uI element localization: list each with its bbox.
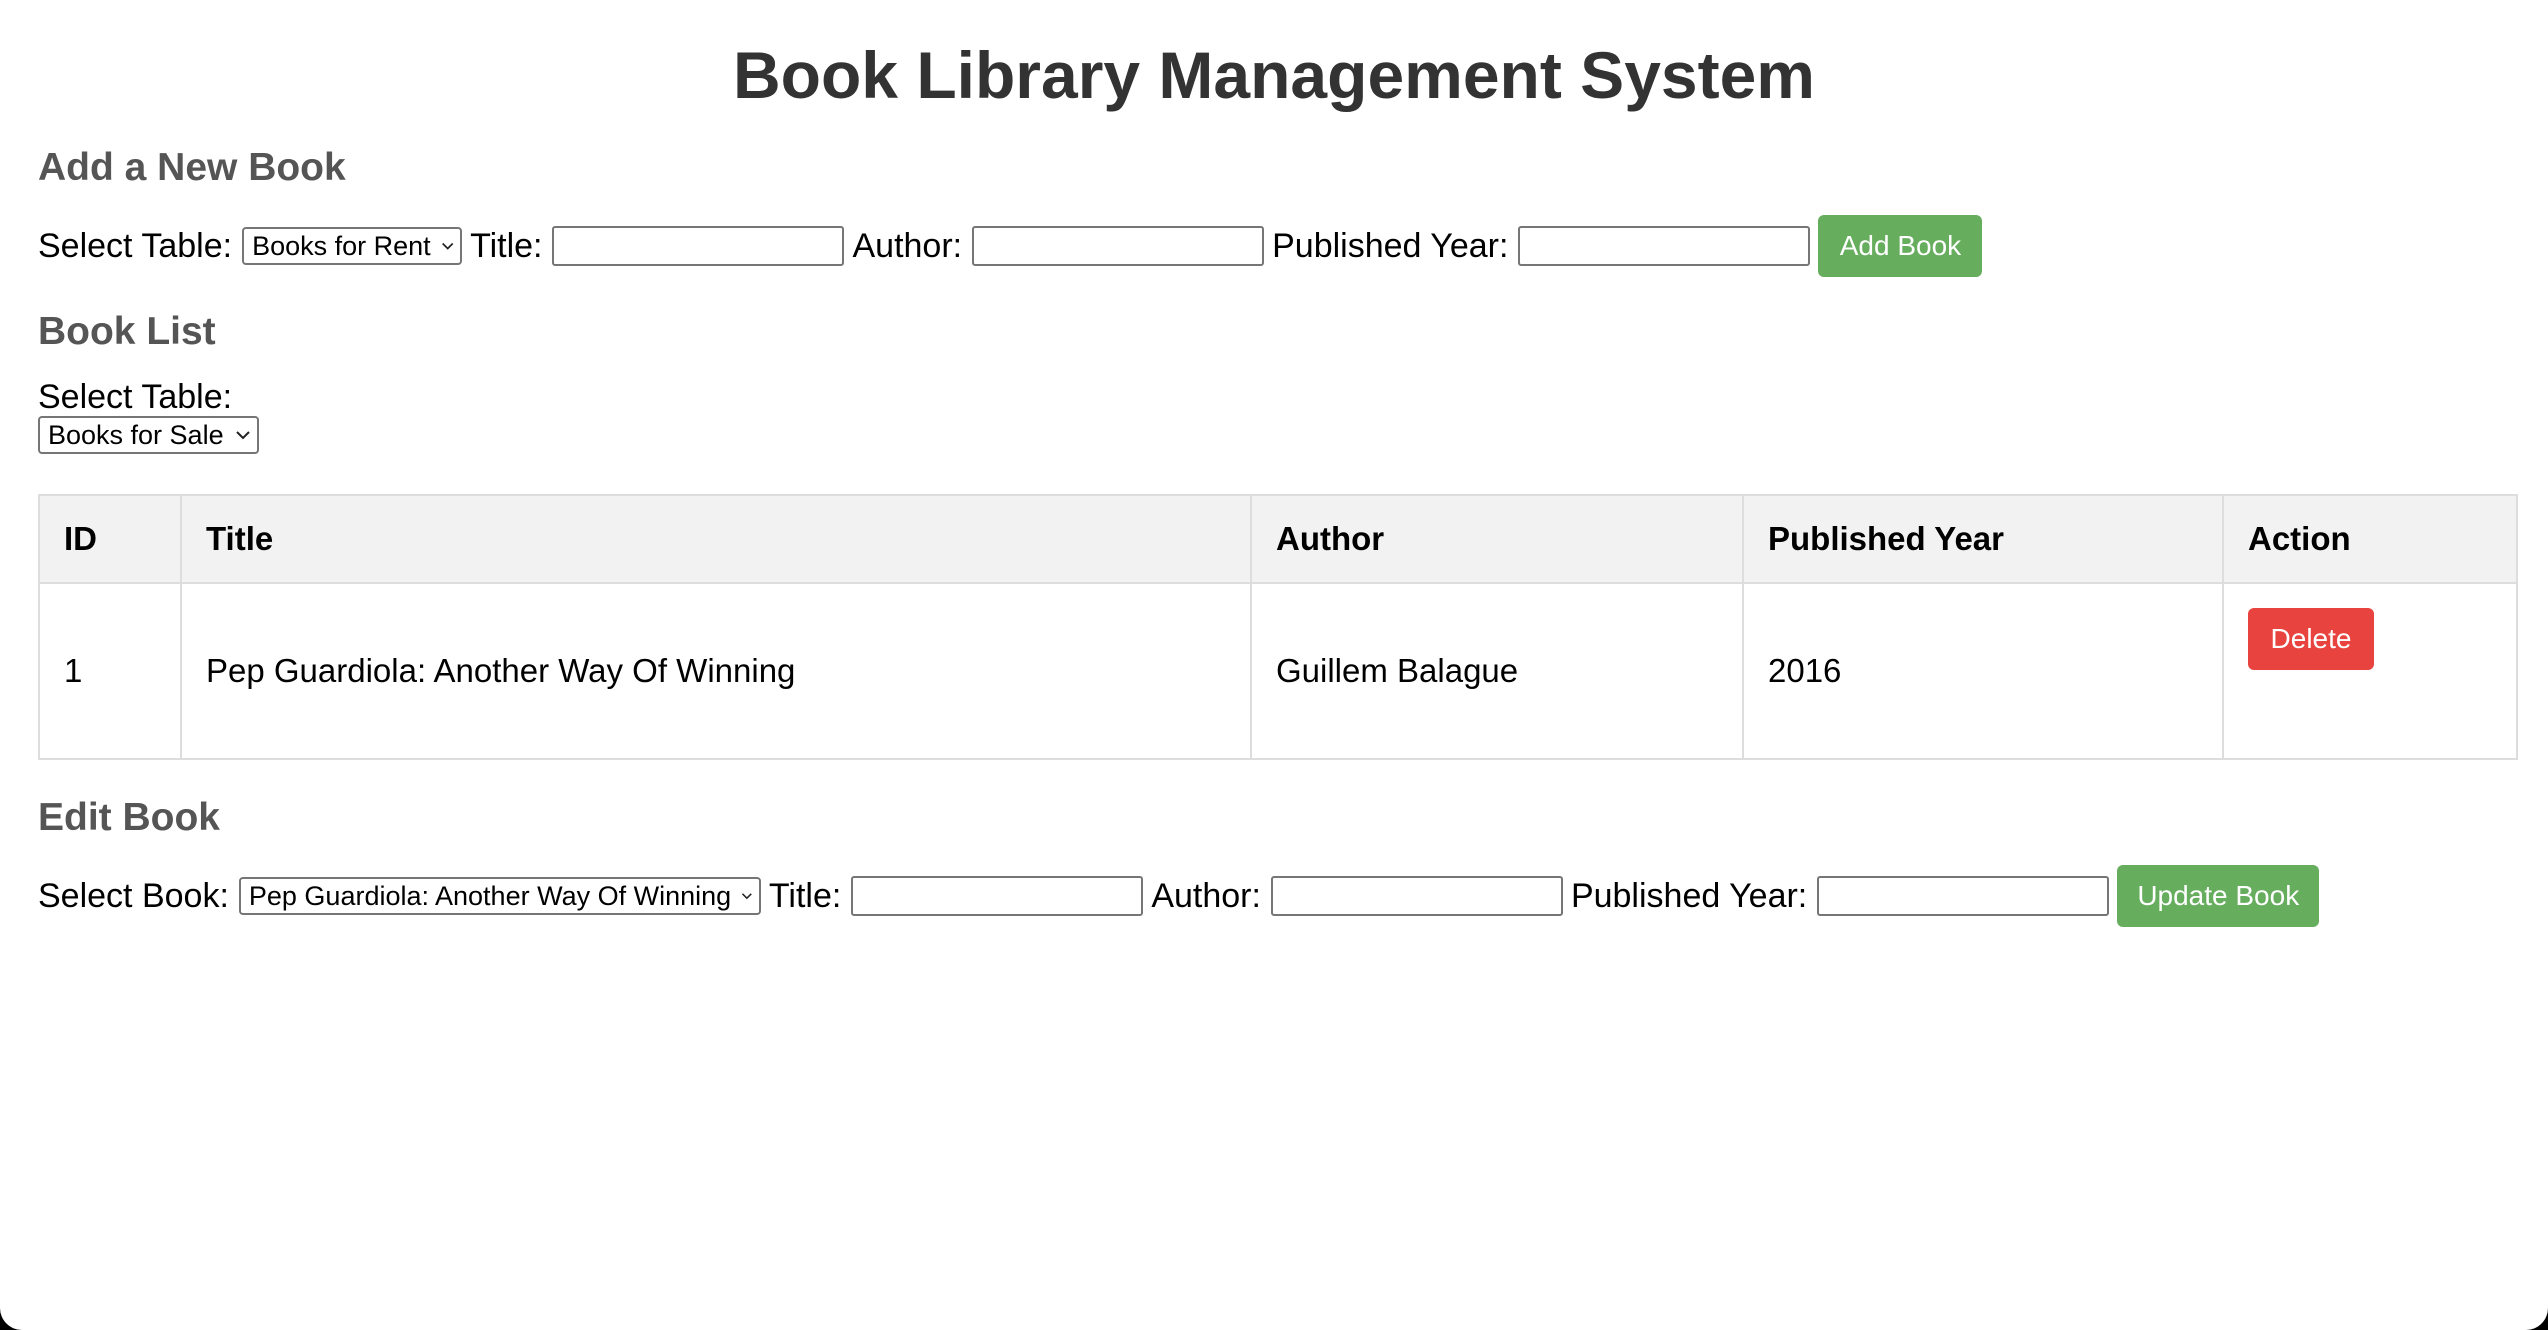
- table-row: 1 Pep Guardiola: Another Way Of Winning …: [38, 582, 2518, 760]
- cell-action: Delete: [2222, 582, 2518, 760]
- column-header-author: Author: [1250, 494, 1744, 584]
- cell-published-year: 2016: [1742, 582, 2224, 760]
- add-book-heading: Add a New Book: [38, 146, 346, 189]
- cell-author: Guillem Balague: [1250, 582, 1744, 760]
- column-header-title: Title: [180, 494, 1252, 584]
- add-year-label: Published Year:: [1272, 226, 1509, 265]
- add-author-label: Author:: [852, 226, 963, 265]
- add-year-input[interactable]: [1518, 226, 1811, 266]
- edit-book-select-value: Pep Guardiola: Another Way Of Winning: [248, 880, 732, 911]
- cell-id: 1: [38, 582, 182, 760]
- book-list-heading: Book List: [38, 310, 216, 353]
- edit-title-label: Title:: [768, 876, 842, 915]
- edit-year-input[interactable]: [1817, 876, 2110, 916]
- table-header-row: ID Title Author Published Year Action: [38, 494, 2518, 584]
- edit-year-label: Published Year:: [1570, 876, 1808, 915]
- add-title-input[interactable]: [552, 226, 845, 266]
- chevron-down-icon: [236, 431, 250, 440]
- list-select-table-label: Select Table:: [38, 378, 233, 416]
- edit-book-select[interactable]: Pep Guardiola: Another Way Of Winning: [238, 877, 761, 915]
- add-title-label: Title:: [470, 226, 543, 265]
- list-table-select[interactable]: Books for Sale: [38, 416, 259, 454]
- add-book-button[interactable]: Add Book: [1818, 215, 1983, 277]
- page-content: Book Library Management System Add a New…: [0, 0, 2548, 928]
- page-title: Book Library Management System: [733, 38, 1815, 112]
- delete-button[interactable]: Delete: [2248, 608, 2374, 670]
- column-header-action: Action: [2222, 494, 2518, 584]
- add-table-select[interactable]: Books for Rent: [242, 227, 463, 265]
- edit-book-form: Select Book: Pep Guardiola: Another Way …: [38, 864, 2510, 928]
- edit-select-book-label: Select Book:: [38, 876, 229, 915]
- book-table: ID Title Author Published Year Action 1 …: [38, 494, 2518, 760]
- add-table-select-value: Books for Rent: [252, 230, 431, 261]
- add-select-table-label: Select Table:: [38, 226, 233, 265]
- column-header-published-year: Published Year: [1742, 494, 2224, 584]
- edit-author-label: Author:: [1151, 876, 1261, 915]
- list-table-select-value: Books for Sale: [48, 419, 224, 450]
- add-author-input[interactable]: [972, 226, 1265, 266]
- column-header-id: ID: [38, 494, 182, 584]
- add-book-form: Select Table: Books for Rent Title: Auth…: [38, 214, 2510, 278]
- cell-title: Pep Guardiola: Another Way Of Winning: [180, 582, 1252, 760]
- update-book-button[interactable]: Update Book: [2117, 865, 2320, 927]
- browser-page: Book Library Management System Add a New…: [0, 0, 2548, 1330]
- edit-title-input[interactable]: [851, 876, 1144, 916]
- edit-book-heading: Edit Book: [38, 796, 220, 839]
- edit-author-input[interactable]: [1270, 876, 1563, 916]
- chevron-down-icon: [742, 893, 752, 900]
- chevron-down-icon: [441, 242, 453, 250]
